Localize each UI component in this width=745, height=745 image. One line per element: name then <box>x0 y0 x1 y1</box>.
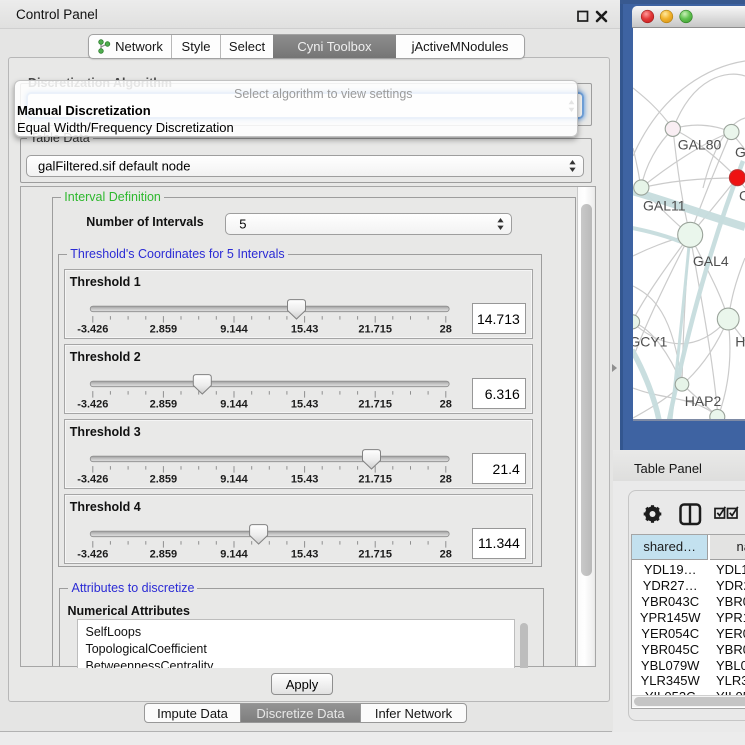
svg-text:-3.426: -3.426 <box>77 474 108 486</box>
svg-text:21.715: 21.715 <box>358 474 392 486</box>
svg-text:21.715: 21.715 <box>358 324 392 336</box>
svg-text:GAL4: GAL4 <box>693 253 729 269</box>
svg-text:C: C <box>739 188 745 204</box>
svg-text:GCY1: GCY1 <box>633 333 668 349</box>
svg-text:2.859: 2.859 <box>149 474 177 486</box>
svg-text:21.715: 21.715 <box>358 399 392 411</box>
svg-text:15.43: 15.43 <box>291 324 319 336</box>
svg-text:28: 28 <box>439 548 451 560</box>
svg-text:28: 28 <box>439 324 451 336</box>
svg-text:21.715: 21.715 <box>358 548 392 560</box>
svg-text:GAL80: GAL80 <box>678 136 722 152</box>
svg-text:2.859: 2.859 <box>149 548 177 560</box>
svg-text:-3.426: -3.426 <box>77 548 108 560</box>
svg-text:9.144: 9.144 <box>220 324 248 336</box>
svg-text:28: 28 <box>439 399 451 411</box>
svg-text:-3.426: -3.426 <box>77 399 108 411</box>
svg-text:H: H <box>735 333 745 349</box>
svg-text:28: 28 <box>439 474 451 486</box>
svg-text:2.859: 2.859 <box>149 399 177 411</box>
svg-text:9.144: 9.144 <box>220 399 248 411</box>
svg-text:GA: GA <box>735 144 745 160</box>
svg-text:15.43: 15.43 <box>291 474 319 486</box>
svg-text:-3.426: -3.426 <box>77 324 108 336</box>
svg-text:GAL11: GAL11 <box>643 197 686 213</box>
svg-text:HAP2: HAP2 <box>685 393 722 409</box>
svg-text:15.43: 15.43 <box>291 399 319 411</box>
svg-text:2.859: 2.859 <box>149 324 177 336</box>
svg-text:9.144: 9.144 <box>220 474 248 486</box>
svg-text:15.43: 15.43 <box>291 548 319 560</box>
svg-text:9.144: 9.144 <box>220 548 248 560</box>
